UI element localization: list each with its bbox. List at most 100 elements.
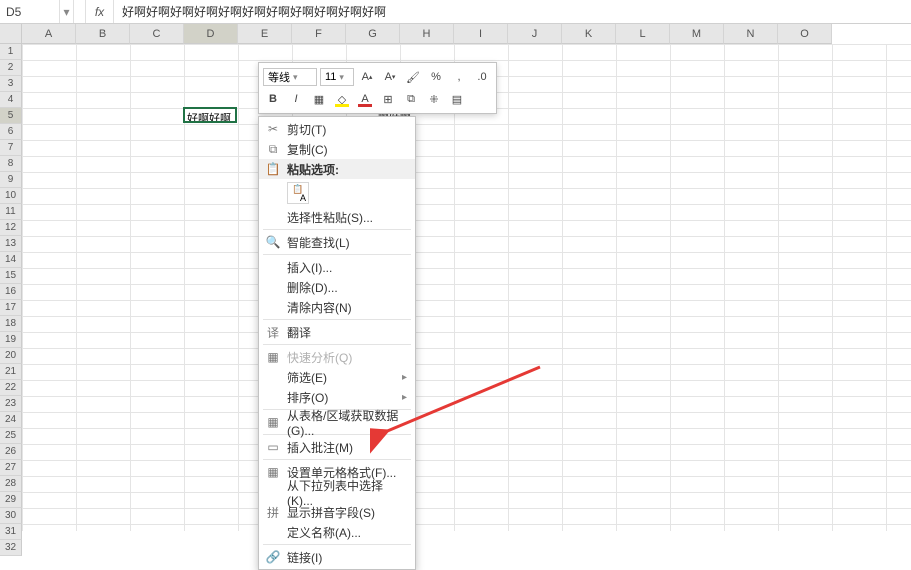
formula-input[interactable]: 好啊好啊好啊好啊好啊好啊好啊好啊好啊好啊好啊 <box>114 3 911 20</box>
row-header-19[interactable]: 19 <box>0 332 22 348</box>
column-header-O[interactable]: O <box>778 24 832 44</box>
bold-button[interactable]: B <box>263 90 283 108</box>
row-header-12[interactable]: 12 <box>0 220 22 236</box>
ctx-item-8[interactable]: 插入(I)... <box>259 257 415 277</box>
ctx-item-2[interactable]: 📋粘贴选项: <box>259 159 415 179</box>
row-header-13[interactable]: 13 <box>0 236 22 252</box>
ctx-item-6[interactable]: 🔍智能查找(L) <box>259 232 415 252</box>
increase-font-icon[interactable]: A▴ <box>357 68 377 86</box>
row-header-10[interactable]: 10 <box>0 188 22 204</box>
ctx-label: 翻译 <box>287 324 311 341</box>
ctx-item-25[interactable]: 定义名称(A)... <box>259 522 415 542</box>
row-header-32[interactable]: 32 <box>0 540 22 556</box>
font-size-select[interactable]: 11▾ <box>320 68 354 86</box>
ctx-icon: ▦ <box>265 349 281 365</box>
ctx-item-10[interactable]: 清除内容(N) <box>259 297 415 317</box>
italic-button[interactable]: I <box>286 90 306 108</box>
ctx-separator <box>263 459 411 460</box>
column-header-B[interactable]: B <box>76 24 130 44</box>
column-header-H[interactable]: H <box>400 24 454 44</box>
decimal-format-icon[interactable]: .0 <box>472 68 492 86</box>
row-header-15[interactable]: 15 <box>0 268 22 284</box>
row-header-3[interactable]: 3 <box>0 76 22 92</box>
column-header-N[interactable]: N <box>724 24 778 44</box>
row-header-9[interactable]: 9 <box>0 172 22 188</box>
ctx-label: 插入批注(M) <box>287 439 353 456</box>
column-header-E[interactable]: E <box>238 24 292 44</box>
fill-color-button[interactable]: ◇ <box>332 90 352 108</box>
ctx-separator <box>263 544 411 545</box>
row-header-5[interactable]: 5 <box>0 108 22 124</box>
paste-options-row: 📋A <box>259 179 415 207</box>
border-button[interactable]: ▦ <box>309 90 329 108</box>
column-header-K[interactable]: K <box>562 24 616 44</box>
row-header-8[interactable]: 8 <box>0 156 22 172</box>
row-header-26[interactable]: 26 <box>0 444 22 460</box>
row-header-31[interactable]: 31 <box>0 524 22 540</box>
column-header-L[interactable]: L <box>616 24 670 44</box>
row-header-18[interactable]: 18 <box>0 316 22 332</box>
row-header-29[interactable]: 29 <box>0 492 22 508</box>
column-header-D[interactable]: D <box>184 24 238 44</box>
ctx-item-24[interactable]: 拼显示拼音字段(S) <box>259 502 415 522</box>
format-painter-icon[interactable]: 🖌 <box>403 68 423 86</box>
font-color-button[interactable]: A <box>355 90 375 108</box>
row-header-11[interactable]: 11 <box>0 204 22 220</box>
name-box[interactable]: D5 <box>0 0 60 23</box>
ctx-icon: 译 <box>265 324 281 340</box>
ctx-item-27[interactable]: 🔗链接(I) <box>259 547 415 567</box>
column-header-M[interactable]: M <box>670 24 724 44</box>
row-header-1[interactable]: 1 <box>0 44 22 60</box>
row-header-20[interactable]: 20 <box>0 348 22 364</box>
ctx-item-23[interactable]: 从下拉列表中选择(K)... <box>259 482 415 502</box>
column-header-I[interactable]: I <box>454 24 508 44</box>
row-header-16[interactable]: 16 <box>0 284 22 300</box>
decrease-font-icon[interactable]: A▾ <box>380 68 400 86</box>
merge-icon[interactable]: ⧉ <box>401 90 421 108</box>
ctx-item-0[interactable]: ✂剪切(T) <box>259 119 415 139</box>
select-all-corner[interactable] <box>0 24 22 44</box>
number-format-icon[interactable]: ⁜ <box>424 90 444 108</box>
borders-icon[interactable]: ⊞ <box>378 90 398 108</box>
row-header-4[interactable]: 4 <box>0 92 22 108</box>
row-headers: 1234567891011121314151617181920212223242… <box>0 44 22 556</box>
ctx-icon: 🔗 <box>265 549 281 565</box>
ctx-item-18[interactable]: ▦从表格/区域获取数据(G)... <box>259 412 415 432</box>
conditional-format-icon[interactable]: ▤ <box>447 90 467 108</box>
row-header-2[interactable]: 2 <box>0 60 22 76</box>
ctx-item-12[interactable]: 译翻译 <box>259 322 415 342</box>
ctx-item-15[interactable]: 筛选(E)▸ <box>259 367 415 387</box>
row-header-28[interactable]: 28 <box>0 476 22 492</box>
column-header-A[interactable]: A <box>22 24 76 44</box>
row-header-30[interactable]: 30 <box>0 508 22 524</box>
name-box-dropdown-icon[interactable]: ▾ <box>60 0 74 23</box>
active-cell[interactable]: 好啊好啊 <box>183 107 237 123</box>
row-header-21[interactable]: 21 <box>0 364 22 380</box>
row-header-7[interactable]: 7 <box>0 140 22 156</box>
row-header-23[interactable]: 23 <box>0 396 22 412</box>
cells-area[interactable]: 好啊好啊 啊好啊 <box>22 44 911 531</box>
ctx-item-20[interactable]: ▭插入批注(M) <box>259 437 415 457</box>
paste-icon[interactable]: 📋A <box>287 182 309 204</box>
row-header-24[interactable]: 24 <box>0 412 22 428</box>
row-header-22[interactable]: 22 <box>0 380 22 396</box>
ctx-label: 从表格/区域获取数据(G)... <box>287 407 405 438</box>
ctx-icon: 📋 <box>265 161 281 177</box>
column-header-G[interactable]: G <box>346 24 400 44</box>
column-header-J[interactable]: J <box>508 24 562 44</box>
row-header-6[interactable]: 6 <box>0 124 22 140</box>
row-header-25[interactable]: 25 <box>0 428 22 444</box>
row-header-17[interactable]: 17 <box>0 300 22 316</box>
row-header-27[interactable]: 27 <box>0 460 22 476</box>
ctx-item-4[interactable]: 选择性粘贴(S)... <box>259 207 415 227</box>
ctx-item-16[interactable]: 排序(O)▸ <box>259 387 415 407</box>
column-header-C[interactable]: C <box>130 24 184 44</box>
font-name-select[interactable]: 等线▾ <box>263 68 317 86</box>
comma-format-icon[interactable]: , <box>449 68 469 86</box>
percent-format-icon[interactable]: % <box>426 68 446 86</box>
fx-icon[interactable]: fx <box>86 0 114 23</box>
ctx-item-1[interactable]: ⧉复制(C) <box>259 139 415 159</box>
ctx-item-9[interactable]: 删除(D)... <box>259 277 415 297</box>
column-header-F[interactable]: F <box>292 24 346 44</box>
row-header-14[interactable]: 14 <box>0 252 22 268</box>
